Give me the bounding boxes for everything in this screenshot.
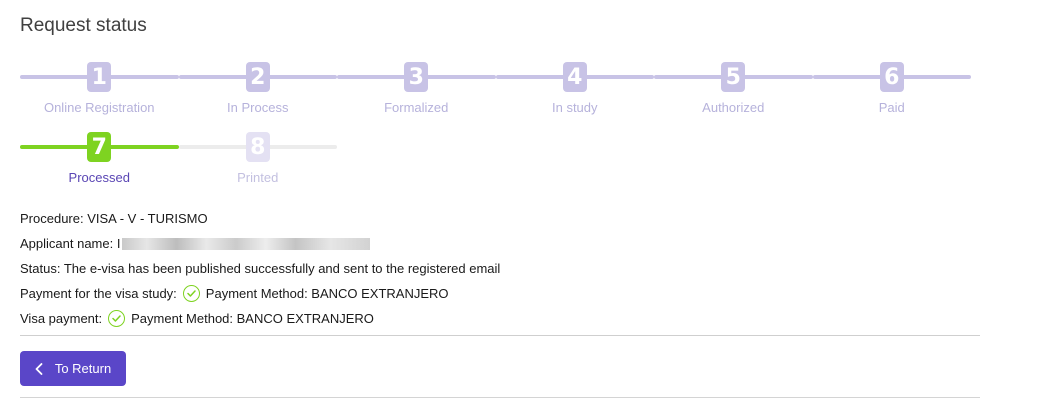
return-button-label: To Return [54,361,112,376]
step-in-process: 2 In Process [178,62,337,120]
step-authorized: 5 Authorized [654,62,813,120]
step-paid: 6 Paid [812,62,971,120]
step-label: Authorized [702,100,765,115]
return-button[interactable]: To Return [20,351,126,386]
step-label: Paid [878,100,905,115]
step-number-badge: 4 [562,62,587,92]
step-number-badge: 2 [245,62,270,92]
step-number-badge: 1 [87,62,112,92]
progress-stepper-row-2: 7 Processed 8 Printed [20,132,337,190]
visa-payment-row: Visa payment: Payment Method: BANCO EXTR… [20,306,500,331]
chevron-left-icon [35,362,43,375]
step-label: In Process [227,100,289,115]
procedure-text: Procedure: VISA - V - TURISMO [20,211,208,226]
study-payment-label: Payment for the visa study: [20,286,177,301]
step-number-badge: 5 [721,62,746,92]
progress-stepper: 1 Online Registration 2 In Process 3 For… [20,62,971,120]
step-in-study: 4 In study [495,62,654,120]
divider [20,335,980,336]
status-text: Status: The e-visa has been published su… [20,261,501,276]
step-number-badge: 3 [404,62,429,92]
visa-payment-method: Payment Method: BANCO EXTRANJERO [131,311,374,326]
step-online-registration: 1 Online Registration [20,62,179,120]
applicant-row: Applicant name: I [20,231,500,256]
check-circle-icon [182,285,200,302]
study-payment-row: Payment for the visa study: Payment Meth… [20,281,500,306]
visa-payment-label: Visa payment: [20,311,103,326]
step-label: In study [551,100,598,115]
step-label: Formalized [384,100,449,115]
step-label: Printed [237,170,279,185]
step-number-badge: 6 [879,62,904,92]
step-printed: 8 Printed [178,132,337,190]
procedure-row: Procedure: VISA - V - TURISMO [20,206,500,231]
divider-bottom [20,397,980,398]
study-payment-method: Payment Method: BANCO EXTRANJERO [205,286,449,301]
step-label: Processed [68,170,130,185]
step-label: Online Registration [43,100,155,115]
applicant-name-redacted [122,237,371,250]
step-formalized: 3 Formalized [337,62,496,120]
step-number-badge: 7 [87,132,112,162]
step-processed: 7 Processed [20,132,179,190]
page-title: Request status [20,15,147,36]
request-details: Procedure: VISA - V - TURISMO Applicant … [20,206,500,331]
step-number-badge: 8 [245,132,270,162]
status-row: Status: The e-visa has been published su… [20,256,500,281]
applicant-label: Applicant name: I [20,236,121,251]
check-circle-icon [108,310,126,327]
